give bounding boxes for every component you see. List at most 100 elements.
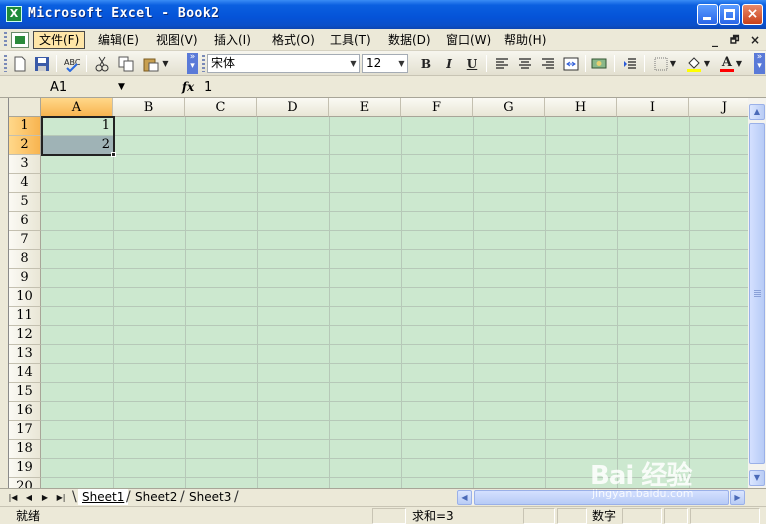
column-header-d[interactable]: D — [257, 98, 329, 117]
italic-button[interactable]: I — [439, 54, 459, 73]
currency-button[interactable] — [590, 54, 610, 73]
column-header-b[interactable]: B — [113, 98, 185, 117]
horizontal-scrollbar[interactable]: ◀ ▶ — [457, 490, 745, 505]
column-header-j[interactable]: J — [689, 98, 748, 117]
scroll-up-icon[interactable]: ▲ — [749, 104, 765, 120]
row-header-2[interactable]: 2 — [9, 136, 41, 155]
fill-handle[interactable] — [111, 152, 116, 157]
row-header-6[interactable]: 6 — [9, 212, 41, 231]
close-button[interactable]: × — [742, 4, 763, 25]
row-header-18[interactable]: 18 — [9, 440, 41, 459]
column-header-e[interactable]: E — [329, 98, 401, 117]
formula-input[interactable]: 1 — [204, 78, 760, 97]
menu-window[interactable]: 窗口(W) — [441, 31, 496, 49]
menu-insert[interactable]: 插入(I) — [209, 31, 256, 49]
row-header-16[interactable]: 16 — [9, 402, 41, 421]
excel-icon[interactable]: X — [6, 6, 22, 22]
bold-button[interactable]: B — [416, 54, 436, 73]
workbook-close-button[interactable]: × — [750, 33, 760, 47]
row-header-9[interactable]: 9 — [9, 269, 41, 288]
row-header-19[interactable]: 19 — [9, 459, 41, 478]
underline-button[interactable]: U — [462, 54, 482, 73]
row-header-11[interactable]: 11 — [9, 307, 41, 326]
menu-data[interactable]: 数据(D) — [383, 31, 436, 49]
workbook-minimize-button[interactable]: _ — [712, 33, 718, 47]
first-sheet-icon[interactable]: |◀ — [6, 490, 20, 505]
borders-button[interactable]: ▼ — [650, 54, 680, 73]
fill-color-button[interactable]: ▼ — [683, 54, 713, 73]
last-sheet-icon[interactable]: ▶| — [54, 490, 68, 505]
align-left-button[interactable] — [492, 54, 512, 73]
toolbar-options-button-2[interactable]: » ▾ — [754, 53, 765, 74]
row-header-8[interactable]: 8 — [9, 250, 41, 269]
row-header-1[interactable]: 1 — [9, 117, 41, 136]
row-header-17[interactable]: 17 — [9, 421, 41, 440]
align-center-button[interactable] — [515, 54, 535, 73]
tab-sheet2[interactable]: Sheet2 — [131, 489, 181, 505]
row-header-20[interactable]: 20 — [9, 478, 41, 488]
align-right-button[interactable] — [538, 54, 558, 73]
font-color-button[interactable]: A ▼ — [716, 54, 746, 73]
vertical-scroll-thumb[interactable] — [749, 123, 765, 464]
decrease-indent-button[interactable] — [620, 54, 640, 73]
minimize-button[interactable] — [697, 4, 718, 25]
toolbar-options-button[interactable]: » ▾ — [187, 53, 198, 74]
minimize-icon — [703, 17, 711, 20]
toolbar-grip-handle[interactable] — [202, 55, 205, 72]
row-header-14[interactable]: 14 — [9, 364, 41, 383]
scroll-down-icon[interactable]: ▼ — [749, 470, 765, 486]
menu-edit[interactable]: 编辑(E) — [93, 31, 144, 49]
menu-tools[interactable]: 工具(T) — [325, 31, 376, 49]
horizontal-scroll-thumb[interactable] — [474, 490, 729, 505]
row-header-15[interactable]: 15 — [9, 383, 41, 402]
row-header-4[interactable]: 4 — [9, 174, 41, 193]
row-header-13[interactable]: 13 — [9, 345, 41, 364]
font-name-select[interactable]: 宋体 ▼ — [207, 54, 360, 73]
row-header-12[interactable]: 12 — [9, 326, 41, 345]
scroll-left-icon[interactable]: ◀ — [457, 490, 472, 505]
column-header-f[interactable]: F — [401, 98, 473, 117]
column-header-i[interactable]: I — [617, 98, 689, 117]
gridline-horizontal — [41, 477, 748, 478]
column-header-a[interactable]: A — [41, 98, 113, 117]
status-panel — [523, 508, 555, 524]
tab-sheet1[interactable]: Sheet1 — [78, 489, 129, 505]
row-header-5[interactable]: 5 — [9, 193, 41, 212]
menu-help[interactable]: 帮助(H) — [499, 31, 551, 49]
menu-file[interactable]: 文件(F) — [33, 31, 86, 49]
new-document-icon — [14, 56, 26, 71]
new-button[interactable] — [10, 54, 30, 73]
toolbar-grip-handle[interactable] — [4, 55, 7, 72]
column-header-c[interactable]: C — [185, 98, 257, 117]
cut-button[interactable] — [92, 54, 112, 73]
merge-center-button[interactable] — [561, 54, 581, 73]
prev-sheet-icon[interactable]: ◀ — [22, 490, 36, 505]
column-header-h[interactable]: H — [545, 98, 617, 117]
tab-sheet3[interactable]: Sheet3 — [185, 489, 235, 505]
font-size-select[interactable]: 12 ▼ — [362, 54, 408, 73]
paste-button[interactable]: ▼ — [140, 54, 172, 73]
menu-view[interactable]: 视图(V) — [151, 31, 203, 49]
column-header-g[interactable]: G — [473, 98, 545, 117]
insert-function-button[interactable]: fx — [178, 78, 198, 97]
worksheet-grid[interactable]: ABCDEFGHIJ 1 2 3 4 5 6 7 8 9 10 11 12 13 14 15 16 17 18 19… — [8, 98, 748, 488]
row-header-7[interactable]: 7 — [9, 231, 41, 250]
name-box[interactable]: A1 ▼ — [4, 78, 132, 97]
menu-grip-handle[interactable] — [4, 32, 7, 48]
spelling-button[interactable]: ABC — [62, 54, 82, 73]
maximize-button[interactable] — [719, 4, 740, 25]
workbook-icon[interactable] — [11, 32, 29, 48]
copy-button[interactable] — [116, 54, 136, 73]
menu-format[interactable]: 格式(O) — [267, 31, 320, 49]
vertical-scrollbar[interactable]: ▲ ▼ — [748, 98, 766, 488]
workbook-restore-button[interactable]: 🗗 — [730, 33, 739, 50]
next-sheet-icon[interactable]: ▶ — [38, 490, 52, 505]
gridline-horizontal — [41, 325, 748, 326]
scroll-right-icon[interactable]: ▶ — [730, 490, 745, 505]
chevron-down-icon[interactable]: ▼ — [118, 78, 125, 97]
gridline-horizontal — [41, 458, 748, 459]
select-all-corner[interactable] — [9, 98, 41, 117]
row-header-10[interactable]: 10 — [9, 288, 41, 307]
row-header-3[interactable]: 3 — [9, 155, 41, 174]
open-button[interactable] — [32, 54, 52, 73]
